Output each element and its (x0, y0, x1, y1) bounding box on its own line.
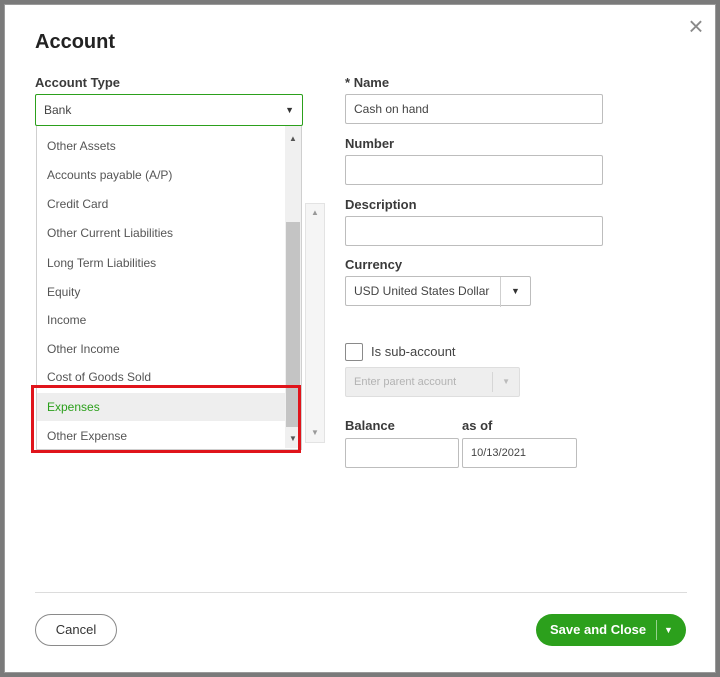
number-input[interactable] (345, 155, 603, 185)
list-item[interactable]: Credit Card (37, 190, 285, 218)
description-label: Description (345, 197, 417, 212)
account-type-label: Account Type (35, 75, 120, 90)
name-label: * Name (345, 75, 389, 90)
list-item[interactable]: Equity (37, 278, 285, 306)
list-item[interactable]: Accounts payable (A/P) (37, 161, 285, 189)
name-label-text: Name (353, 75, 390, 90)
list-item[interactable]: Other Income (37, 335, 285, 363)
scroll-up-icon[interactable]: ▲ (285, 132, 301, 146)
chevron-down-icon: ▼ (285, 105, 294, 115)
balance-label: Balance (345, 418, 395, 433)
as-of-date-input[interactable]: 10/13/2021 (462, 438, 577, 468)
as-of-label: as of (462, 418, 493, 433)
cancel-button[interactable]: Cancel (35, 614, 117, 646)
currency-select[interactable]: USD United States Dollar ▼ (345, 276, 531, 307)
chevron-down-icon: ▼ (502, 377, 510, 386)
chevron-down-icon[interactable]: ▼ (664, 614, 673, 646)
description-input[interactable] (345, 216, 603, 246)
list-item[interactable]: Income (37, 306, 285, 334)
sub-account-label: Is sub-account (371, 344, 456, 359)
parent-account-select: Enter parent account ▼ (345, 367, 520, 397)
balance-input[interactable] (345, 438, 459, 468)
list-item[interactable]: Other Assets (37, 132, 285, 160)
required-marker: * (345, 75, 351, 90)
parent-account-placeholder: Enter parent account (354, 376, 457, 388)
highlight-box (31, 385, 301, 453)
background-scrollbar[interactable]: ▲ ▼ (305, 203, 325, 443)
number-label: Number (345, 136, 395, 151)
name-input[interactable]: Cash on hand (345, 94, 603, 124)
account-type-value: Bank (44, 103, 72, 117)
sub-account-checkbox[interactable] (345, 343, 363, 361)
parent-separator (492, 372, 493, 392)
account-dialog: Account × Account Type Bank ▼ ▲ ▼ Other … (4, 4, 716, 673)
save-and-close-button[interactable]: Save and Close ▼ (536, 614, 686, 646)
list-item[interactable]: Other Current Liabilities (37, 219, 285, 247)
save-and-close-label: Save and Close (550, 622, 647, 637)
account-type-select[interactable]: Bank ▼ (35, 94, 303, 126)
list-item[interactable]: Long Term Liabilities (37, 249, 285, 277)
dialog-title: Account (35, 31, 115, 53)
close-icon[interactable]: × (685, 13, 707, 39)
scroll-up-icon: ▲ (311, 208, 319, 217)
save-separator (656, 620, 657, 640)
scroll-down-icon: ▼ (311, 428, 319, 437)
currency-value: USD United States Dollar (354, 284, 490, 298)
chevron-down-icon: ▼ (511, 286, 520, 296)
currency-label: Currency (345, 257, 403, 272)
footer-divider (35, 592, 687, 593)
currency-separator (500, 277, 501, 307)
